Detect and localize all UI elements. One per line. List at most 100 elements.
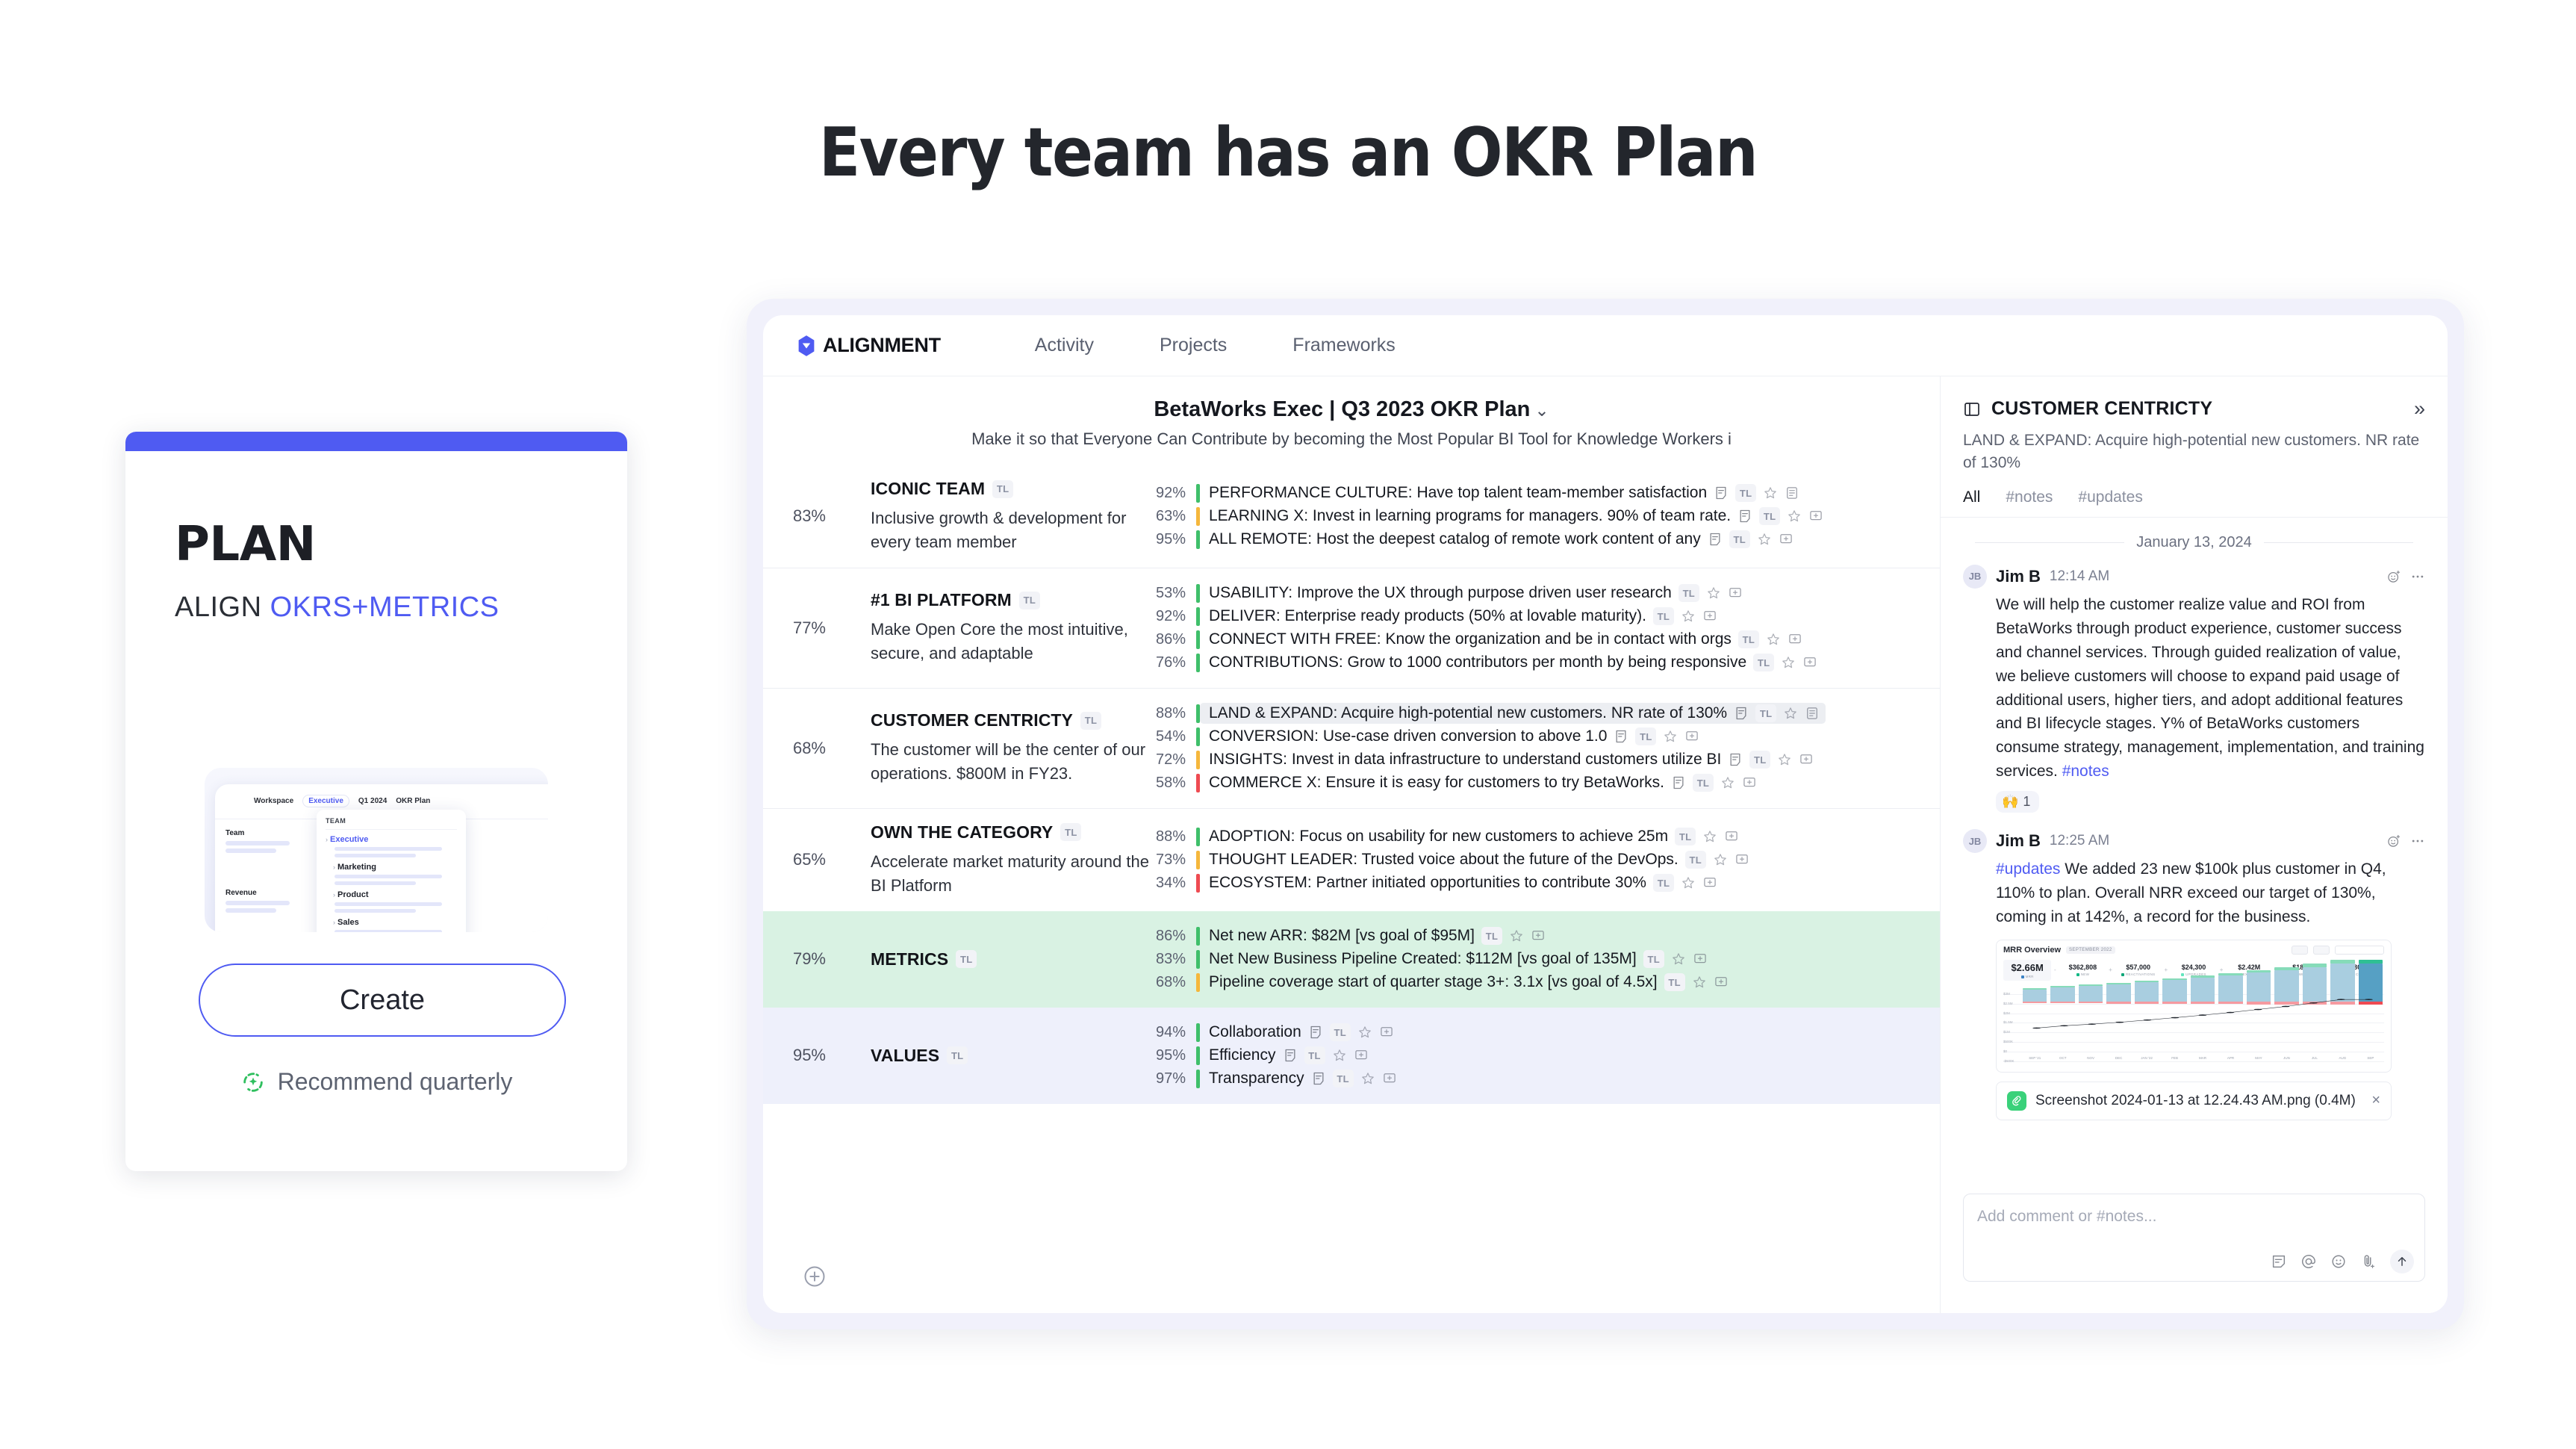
star-icon[interactable] (1509, 928, 1524, 943)
tl-chip[interactable]: TL (1635, 727, 1656, 745)
tl-chip[interactable]: TL (1685, 851, 1706, 869)
chart-range-select[interactable] (2335, 946, 2384, 955)
objective-cell[interactable]: #1 BI PLATFORMTLMake Open Core the most … (835, 582, 1156, 674)
key-result-row[interactable]: 94%CollaborationTL (1156, 1021, 1940, 1044)
tl-chip[interactable]: TL (1333, 1070, 1354, 1087)
more-options-icon[interactable] (2410, 569, 2425, 584)
attachment-row[interactable]: Screenshot 2024-01-13 at 12.24.43 AM.png… (1996, 1082, 2392, 1120)
emoji-icon[interactable] (2330, 1253, 2347, 1270)
comment-tag[interactable]: #notes (2062, 763, 2109, 780)
star-icon[interactable] (1681, 609, 1696, 624)
comment-tag[interactable]: #updates (1996, 860, 2060, 878)
send-comment-button[interactable] (2390, 1250, 2414, 1273)
note-icon[interactable] (1614, 729, 1628, 744)
tl-chip[interactable]: TL (1738, 630, 1759, 648)
section-cell[interactable]: METRICSTL (835, 925, 1156, 994)
comment-add-icon[interactable] (1735, 852, 1749, 867)
star-icon[interactable] (1777, 752, 1792, 767)
add-reaction-icon[interactable] (2386, 569, 2401, 584)
note-icon[interactable] (1671, 775, 1686, 790)
tl-chip[interactable]: TL (1653, 874, 1674, 892)
key-result-row[interactable]: 54%CONVERSION: Use-case driven conversio… (1156, 725, 1940, 748)
nav-activity[interactable]: Activity (1002, 335, 1127, 356)
comment-add-icon[interactable] (1742, 775, 1757, 790)
comment-add-icon[interactable] (1684, 729, 1699, 744)
comment-add-icon[interactable] (1779, 532, 1793, 547)
key-result-row[interactable]: 92%PERFORMANCE CULTURE: Have top talent … (1156, 482, 1940, 505)
tl-chip[interactable]: TL (1729, 530, 1750, 548)
tl-chip[interactable]: TL (1080, 712, 1101, 730)
star-icon[interactable] (1781, 655, 1796, 670)
comment-input-placeholder[interactable]: Add comment or #notes... (1977, 1208, 2156, 1226)
panel-toggle-icon[interactable] (1963, 400, 1981, 418)
mention-icon[interactable] (2300, 1253, 2317, 1270)
comment-add-icon[interactable] (1693, 952, 1708, 966)
tl-chip[interactable]: TL (992, 480, 1013, 498)
document-icon[interactable] (1785, 485, 1799, 500)
note-icon[interactable] (1708, 532, 1723, 547)
tl-chip[interactable]: TL (1675, 828, 1696, 845)
tl-chip[interactable]: TL (1749, 751, 1770, 769)
key-result-row[interactable]: 53%USABILITY: Improve the UX through pur… (1156, 582, 1940, 605)
star-icon[interactable] (1783, 706, 1798, 721)
key-result-row[interactable]: 95%EfficiencyTL (1156, 1044, 1940, 1067)
expand-panel-icon[interactable]: » (2414, 397, 2425, 421)
star-icon[interactable] (1787, 509, 1802, 524)
tl-chip[interactable]: TL (1653, 607, 1674, 625)
reaction-chip[interactable]: 🙌 1 (1996, 791, 2039, 813)
key-result-row[interactable]: 73%THOUGHT LEADER: Trusted voice about t… (1156, 848, 1940, 872)
add-reaction-icon[interactable] (2386, 834, 2401, 848)
tl-chip[interactable]: TL (1679, 584, 1699, 602)
remove-attachment-icon[interactable]: × (2371, 1092, 2380, 1109)
star-icon[interactable] (1360, 1071, 1375, 1086)
nav-projects[interactable]: Projects (1127, 335, 1260, 356)
key-result-row[interactable]: 88%LAND & EXPAND: Acquire high-potential… (1156, 702, 1940, 725)
key-result-row[interactable]: 86%CONNECT WITH FREE: Know the organizat… (1156, 628, 1940, 651)
note-icon[interactable] (1728, 752, 1743, 767)
comment-composer[interactable]: Add comment or #notes... (1963, 1194, 2425, 1282)
tl-chip[interactable]: TL (1060, 823, 1081, 841)
note-icon[interactable] (1283, 1048, 1298, 1063)
nav-frameworks[interactable]: Frameworks (1260, 335, 1428, 356)
star-icon[interactable] (1706, 586, 1721, 601)
comment-add-icon[interactable] (1714, 975, 1729, 990)
note-icon[interactable] (1308, 1025, 1323, 1040)
note-icon[interactable] (1737, 509, 1752, 524)
tl-chip[interactable]: TL (1019, 592, 1040, 609)
tab-all[interactable]: All (1963, 488, 1980, 517)
tl-chip[interactable]: TL (1693, 774, 1714, 792)
comment-add-icon[interactable] (1724, 829, 1739, 844)
tab-notes[interactable]: #notes (2006, 488, 2053, 517)
comment-add-icon[interactable] (1354, 1048, 1369, 1063)
tl-chip[interactable]: TL (1759, 507, 1780, 525)
objective-cell[interactable]: CUSTOMER CENTRICTYTLThe customer will be… (835, 702, 1156, 795)
comment-add-icon[interactable] (1379, 1025, 1394, 1040)
star-icon[interactable] (1757, 532, 1772, 547)
comment-add-icon[interactable] (1808, 509, 1823, 524)
attach-file-icon[interactable] (2360, 1253, 2377, 1270)
section-cell[interactable]: VALUESTL (835, 1021, 1156, 1090)
tl-chip[interactable]: TL (1643, 950, 1664, 968)
star-icon[interactable] (1671, 952, 1686, 966)
note-icon[interactable] (1311, 1071, 1326, 1086)
star-icon[interactable] (1766, 632, 1781, 647)
star-icon[interactable] (1357, 1025, 1372, 1040)
key-result-row[interactable]: 92%DELIVER: Enterprise ready products (5… (1156, 605, 1940, 628)
comment-add-icon[interactable] (1788, 632, 1802, 647)
recommend-quarterly-row[interactable]: Recommend quarterly (125, 1068, 627, 1096)
tl-chip[interactable]: TL (947, 1046, 968, 1064)
tl-chip[interactable]: TL (1755, 704, 1776, 722)
note-icon[interactable] (2271, 1253, 2287, 1270)
create-button[interactable]: Create (199, 964, 566, 1037)
star-icon[interactable] (1332, 1048, 1347, 1063)
key-result-row[interactable]: 58%COMMERCE X: Ensure it is easy for cus… (1156, 772, 1940, 795)
tl-chip[interactable]: TL (956, 950, 977, 968)
tl-chip[interactable]: TL (1735, 484, 1756, 502)
key-result-row[interactable]: 34%ECOSYSTEM: Partner initiated opportun… (1156, 872, 1940, 895)
star-icon[interactable] (1692, 975, 1707, 990)
comment-add-icon[interactable] (1702, 609, 1717, 624)
tl-chip[interactable]: TL (1664, 973, 1685, 991)
star-icon[interactable] (1681, 875, 1696, 890)
document-icon[interactable] (1805, 706, 1820, 721)
key-result-row[interactable]: 83%Net New Business Pipeline Created: $1… (1156, 948, 1940, 971)
